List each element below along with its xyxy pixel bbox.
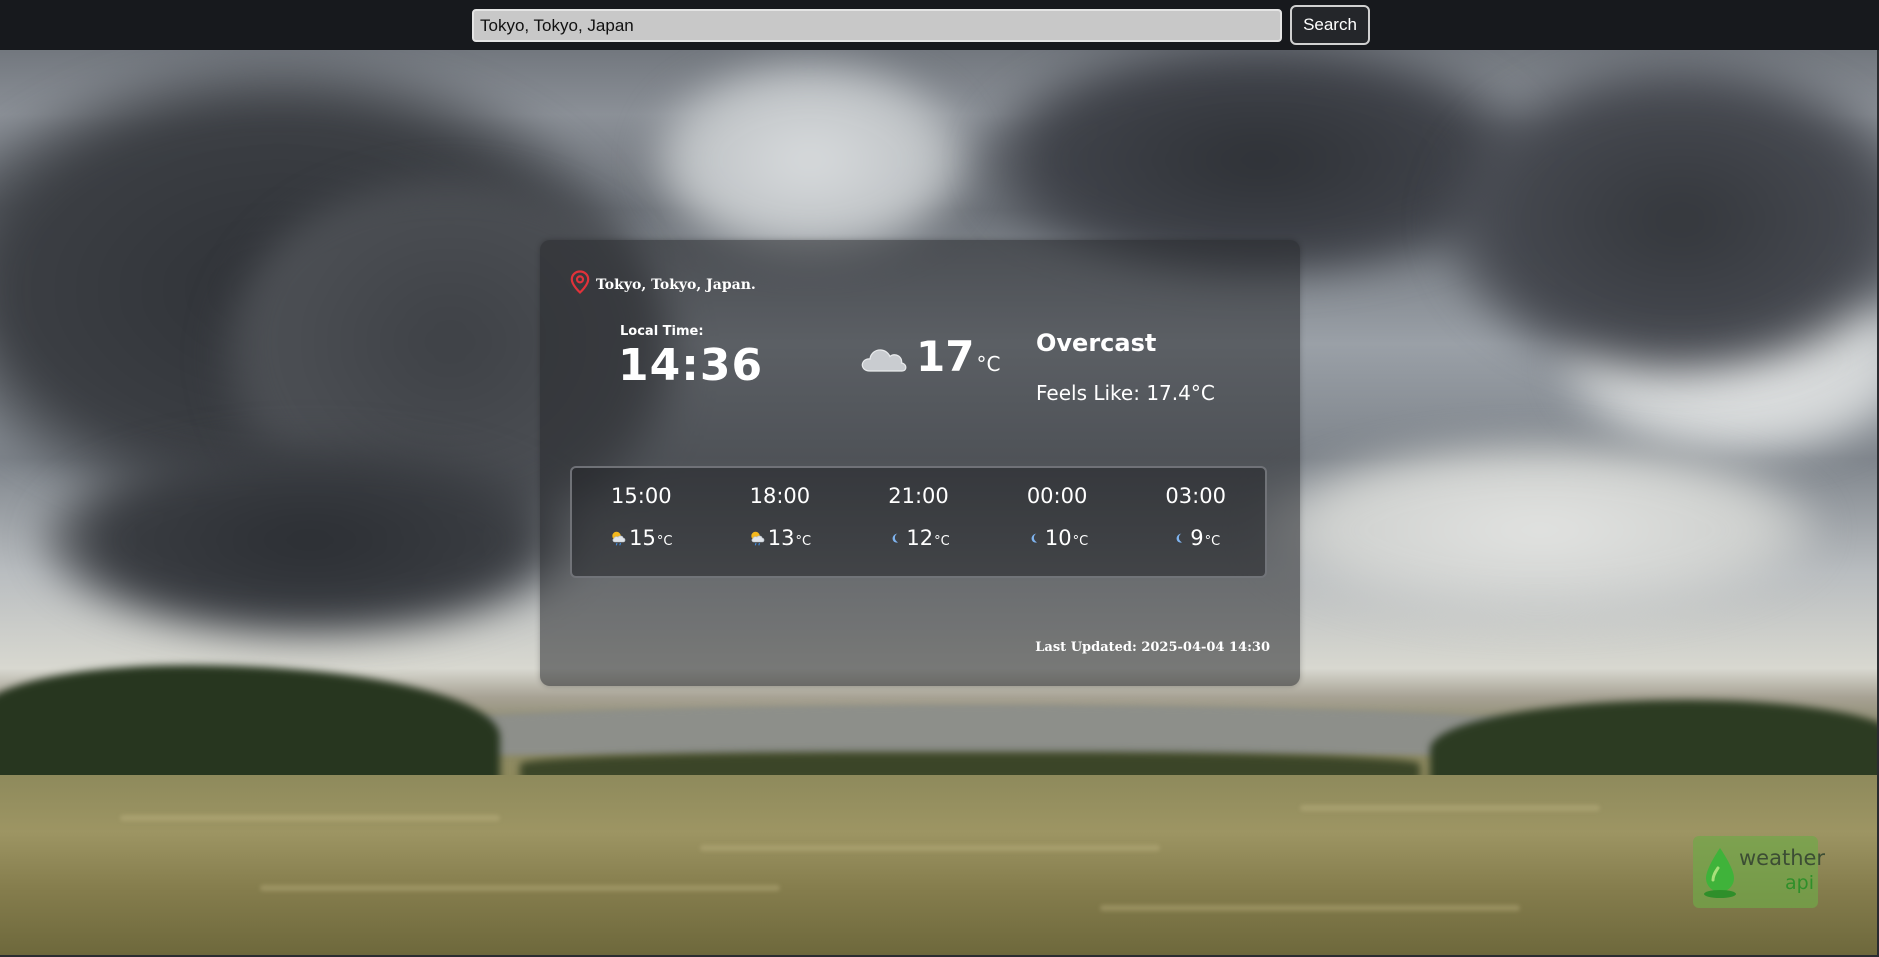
location-label: Tokyo, Tokyo, Japan. — [596, 276, 756, 293]
forecast-unit: °C — [1204, 534, 1221, 549]
forecast-unit: °C — [795, 534, 812, 549]
hourly-forecast: 15:00 15 °C 18:00 13 °C 21:00 12 °C 00:0… — [570, 466, 1267, 578]
map-pin-icon — [570, 270, 590, 299]
forecast-temp: 13 — [767, 526, 795, 550]
forecast-time: 03:00 — [1165, 484, 1226, 508]
weather-card: Tokyo, Tokyo, Japan. Local Time: 14:36 1… — [540, 240, 1300, 686]
moon-icon — [1171, 530, 1189, 546]
top-search-bar: Search — [0, 0, 1879, 50]
forecast-time: 18:00 — [749, 484, 811, 508]
forecast-temp: 15 — [629, 526, 656, 550]
last-updated-text: Last Updated: 2025-04-04 14:30 — [1035, 640, 1270, 655]
cloud-icon — [860, 344, 908, 374]
forecast-time: 21:00 — [888, 484, 949, 508]
forecast-temp: 9 — [1190, 526, 1204, 550]
partly-cloudy-rain-icon — [610, 530, 628, 546]
moon-icon — [887, 530, 905, 546]
partly-cloudy-rain-icon — [749, 530, 767, 546]
forecast-temp: 10 — [1044, 526, 1072, 550]
search-input[interactable] — [472, 9, 1282, 42]
forecast-time: 15:00 — [611, 484, 672, 508]
feels-like-text: Feels Like: 17.4°C — [1036, 381, 1215, 405]
weatherapi-badge[interactable]: weather api — [1693, 836, 1825, 908]
condition-text: Overcast — [1036, 329, 1157, 357]
local-time-label: Local Time: — [620, 324, 704, 339]
forecast-item: 21:00 12 °C — [849, 468, 988, 576]
moon-icon — [1026, 530, 1044, 546]
local-time-value: 14:36 — [618, 340, 764, 391]
forecast-item: 15:00 15 °C — [572, 468, 711, 576]
forecast-unit: °C — [934, 534, 950, 549]
forecast-unit: °C — [1072, 534, 1089, 549]
current-temperature: 17 °C — [860, 332, 1000, 381]
forecast-temp: 12 — [906, 526, 934, 550]
forecast-item: 00:00 10 °C — [988, 468, 1127, 576]
forecast-unit: °C — [656, 534, 673, 549]
current-temp-unit: °C — [976, 352, 1001, 376]
badge-weather-text: weather — [1739, 846, 1826, 870]
search-button[interactable]: Search — [1290, 5, 1370, 45]
forecast-time: 00:00 — [1026, 484, 1088, 508]
forecast-item: 18:00 13 °C — [711, 468, 850, 576]
location-row: Tokyo, Tokyo, Japan. — [570, 270, 756, 299]
weatherapi-logo-icon — [1701, 844, 1739, 905]
current-temp-value: 17 — [916, 332, 975, 381]
badge-api-text: api — [1785, 872, 1814, 894]
forecast-item: 03:00 9 °C — [1126, 468, 1265, 576]
